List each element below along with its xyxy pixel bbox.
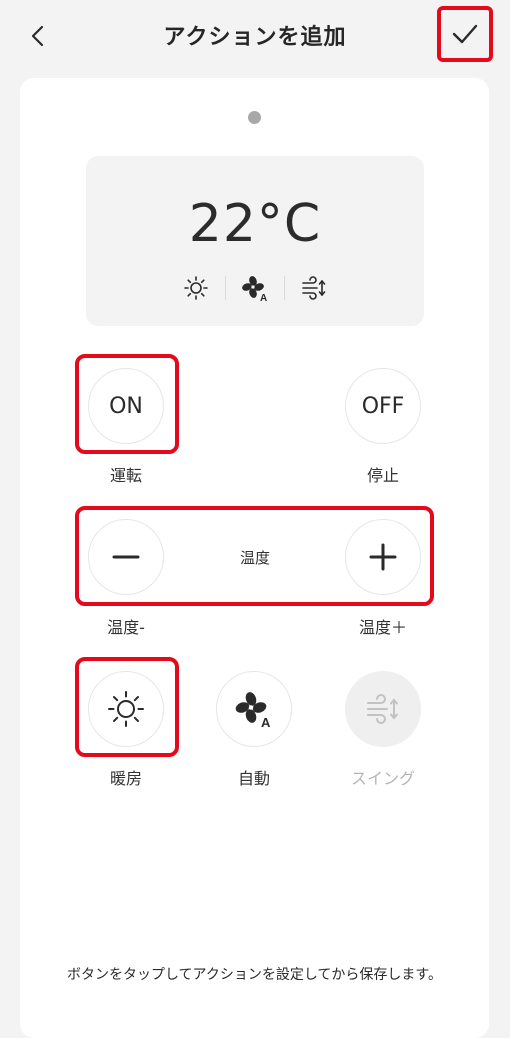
temp-down-caption: 温度- xyxy=(107,618,145,637)
header-bar: アクションを追加 xyxy=(0,0,510,70)
status-divider xyxy=(225,276,226,300)
confirm-button[interactable] xyxy=(437,6,493,62)
status-card: 22°C A xyxy=(86,156,424,326)
page-title: アクションを追加 xyxy=(163,25,347,50)
sun-icon xyxy=(182,274,210,302)
checkmark-icon xyxy=(452,24,478,44)
swing-caption: スイング xyxy=(350,769,415,788)
power-on-caption: 運転 xyxy=(109,466,142,485)
status-icon-row: A xyxy=(86,274,424,302)
heat-mode-caption: 暖房 xyxy=(109,769,142,788)
highlight-power-on xyxy=(75,354,179,454)
temp-up-caption: 温度＋ xyxy=(358,618,407,637)
power-off-button[interactable]: OFF xyxy=(345,368,421,444)
power-off-caption: 停止 xyxy=(366,466,399,485)
swing-icon xyxy=(300,274,328,302)
swing-button[interactable] xyxy=(345,671,421,747)
status-divider xyxy=(284,276,285,300)
swing-icon xyxy=(367,694,398,724)
fan-auto-icon: A xyxy=(241,274,269,302)
auto-fan-caption: 自動 xyxy=(237,769,270,788)
page-indicator-dot xyxy=(248,111,261,124)
fan-auto-icon: A xyxy=(235,692,271,729)
svg-text:A: A xyxy=(260,293,267,302)
footer-hint: ボタンをタップしてアクションを設定してから保存します。 xyxy=(66,967,443,983)
auto-fan-button[interactable]: A xyxy=(216,671,292,747)
highlight-temperature xyxy=(75,506,434,606)
highlight-heat-mode xyxy=(75,657,179,757)
svg-text:A: A xyxy=(261,715,271,729)
temperature-display: 22°C xyxy=(188,194,322,254)
